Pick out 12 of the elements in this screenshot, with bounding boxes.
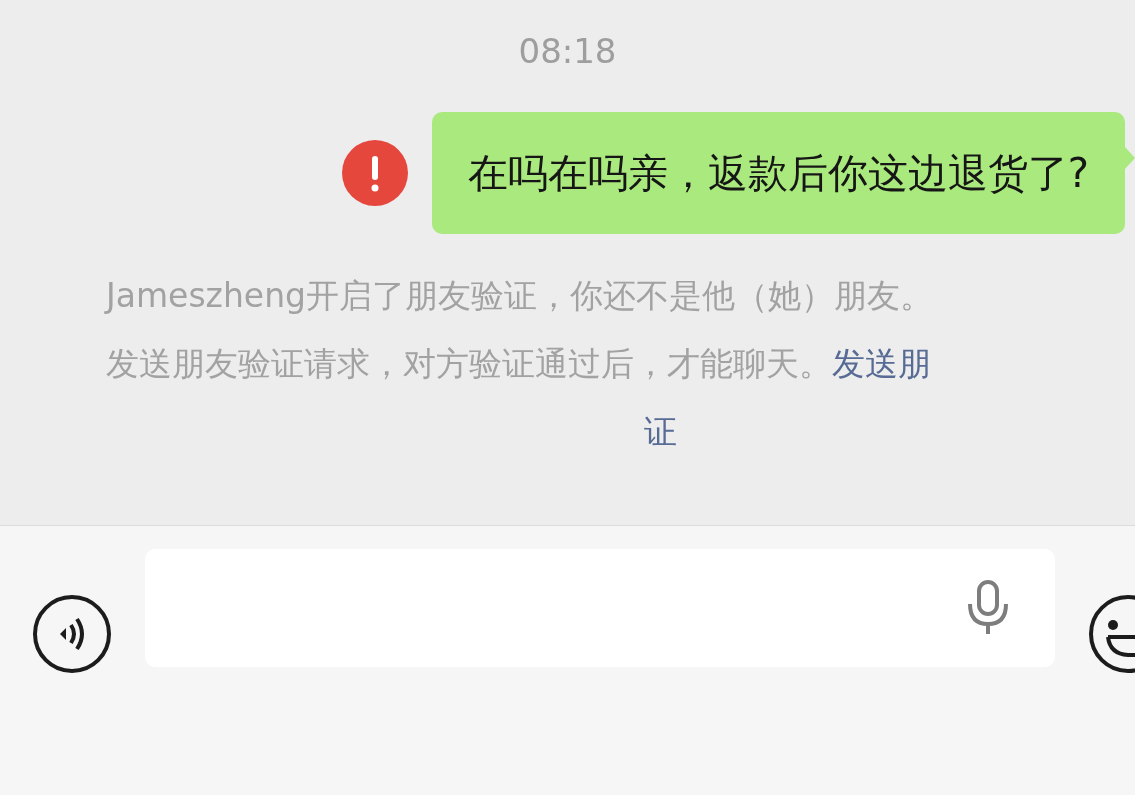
bubble-tail bbox=[1125, 147, 1135, 169]
send-verification-link[interactable]: 证 bbox=[643, 398, 677, 466]
message-bubble[interactable]: 在吗在吗亲，返款后你这边退货了? bbox=[431, 112, 1125, 234]
smiley-icon[interactable] bbox=[1088, 594, 1135, 674]
send-verification-link[interactable]: 发送朋 bbox=[832, 330, 931, 398]
notice-text: Jameszheng开启了朋友验证，你还不是他（她）朋友。 bbox=[106, 275, 933, 317]
error-icon[interactable] bbox=[341, 140, 408, 206]
message-input-field[interactable] bbox=[145, 549, 1055, 667]
voice-icon[interactable] bbox=[32, 594, 112, 674]
timestamp: 08:18 bbox=[518, 30, 617, 72]
notice-text: 发送朋友验证请求，对方验证通过后，才能聊天。 bbox=[106, 343, 832, 385]
microphone-icon[interactable] bbox=[966, 580, 1010, 636]
